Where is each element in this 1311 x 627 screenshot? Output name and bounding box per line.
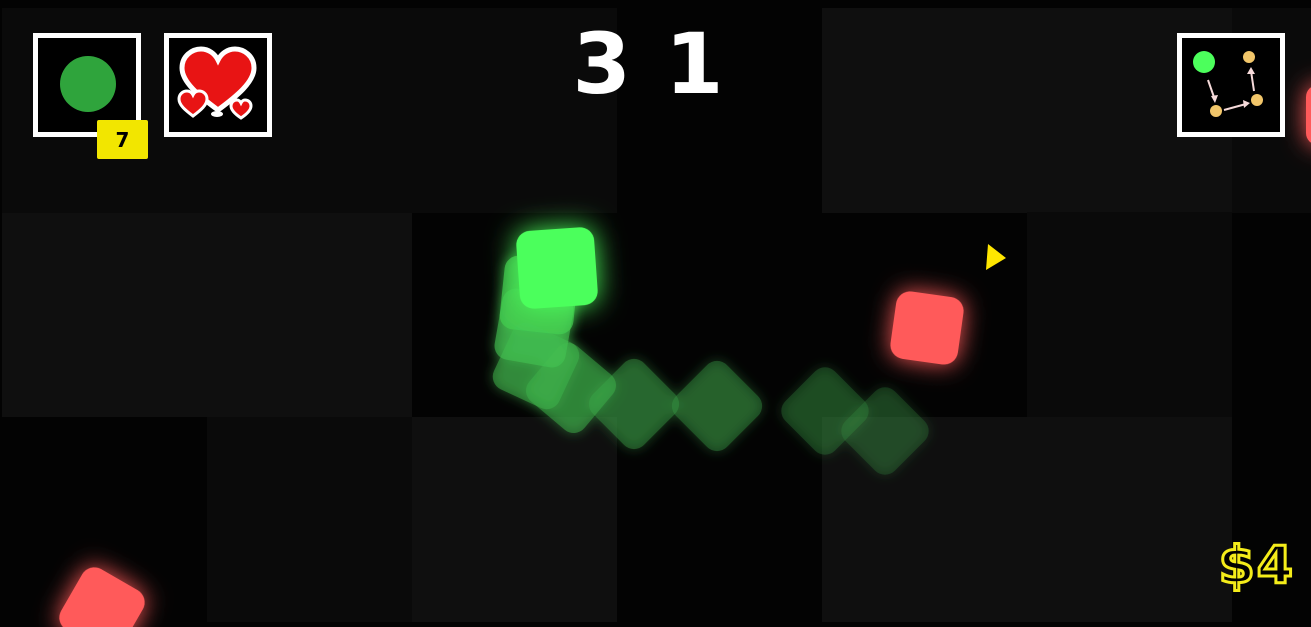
route-map-icon (1193, 51, 1263, 117)
powerup-count-badge: 7 (97, 120, 148, 159)
trail-segment (671, 360, 763, 452)
yellow-arrow-indicator (986, 244, 1006, 270)
minimap-slot[interactable] (1177, 33, 1285, 137)
red-square-enemy (890, 291, 964, 365)
green-orb-icon (60, 56, 116, 112)
red-square-enemy-bottom-left (59, 567, 145, 627)
green-square-player (516, 227, 598, 309)
lives-slot[interactable] (164, 33, 272, 137)
money-counter: $4 (1217, 536, 1295, 596)
hearts-icon (177, 46, 257, 120)
score-counter: 31 (572, 15, 758, 113)
red-square-enemy-edge (1306, 87, 1311, 143)
game-board[interactable]: 7 31 $4 (0, 0, 1311, 627)
